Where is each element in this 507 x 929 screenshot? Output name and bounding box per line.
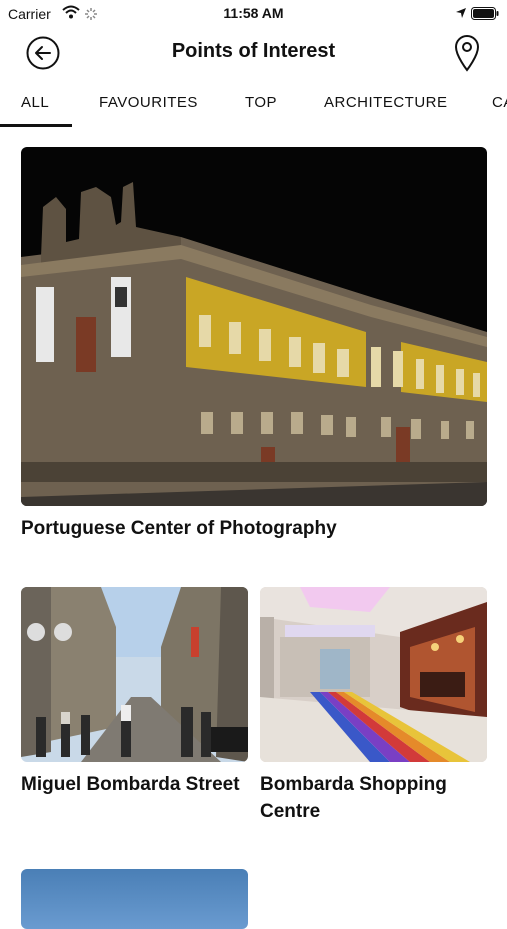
poi-name: Portuguese Center of Photography <box>21 518 337 539</box>
map-pin-icon <box>454 35 480 72</box>
poi-image <box>21 587 248 762</box>
map-button[interactable] <box>453 34 481 72</box>
tab-architecture[interactable]: ARCHITECTURE <box>324 94 448 111</box>
poi-image <box>21 869 248 929</box>
tab-top[interactable]: TOP <box>245 94 277 111</box>
category-tabs: ALL FAVOURITES TOP ARCHITECTURE CA <box>0 88 507 128</box>
poi-name: Bombarda Shopping Centre <box>260 774 447 822</box>
tab-ca[interactable]: CA <box>492 94 507 111</box>
tab-favourites[interactable]: FAVOURITES <box>99 94 198 111</box>
tab-all[interactable]: ALL <box>21 94 49 111</box>
location-arrow-icon <box>455 6 467 22</box>
status-bar: Carrier 11:58 AM <box>0 0 507 28</box>
active-tab-indicator <box>0 124 72 127</box>
navigation-header: Points of Interest <box>0 28 507 80</box>
poi-card-photography-center[interactable]: Portuguese Center of Photography <box>21 147 487 547</box>
poi-image <box>21 147 487 506</box>
poi-image <box>260 587 487 762</box>
poi-name: Miguel Bombarda Street <box>21 774 240 795</box>
battery-icon <box>471 7 499 23</box>
page-title: Points of Interest <box>171 40 336 62</box>
status-time: 11:58 AM <box>223 5 284 21</box>
